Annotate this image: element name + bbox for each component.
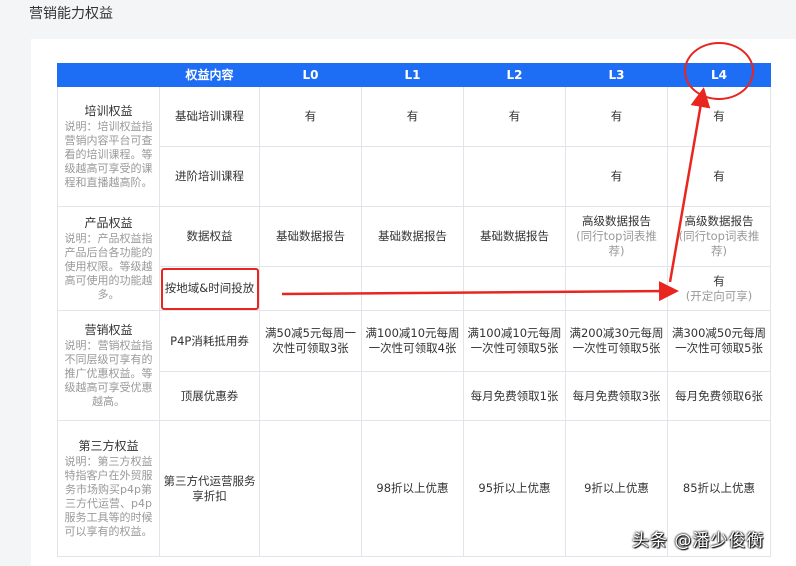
- annotation-arrows: [281, 87, 711, 302]
- watermark: 头条 @潘少俊衡: [632, 531, 765, 551]
- arrow-horizontal: [281, 281, 679, 302]
- arrow-diagonal: [668, 87, 711, 283]
